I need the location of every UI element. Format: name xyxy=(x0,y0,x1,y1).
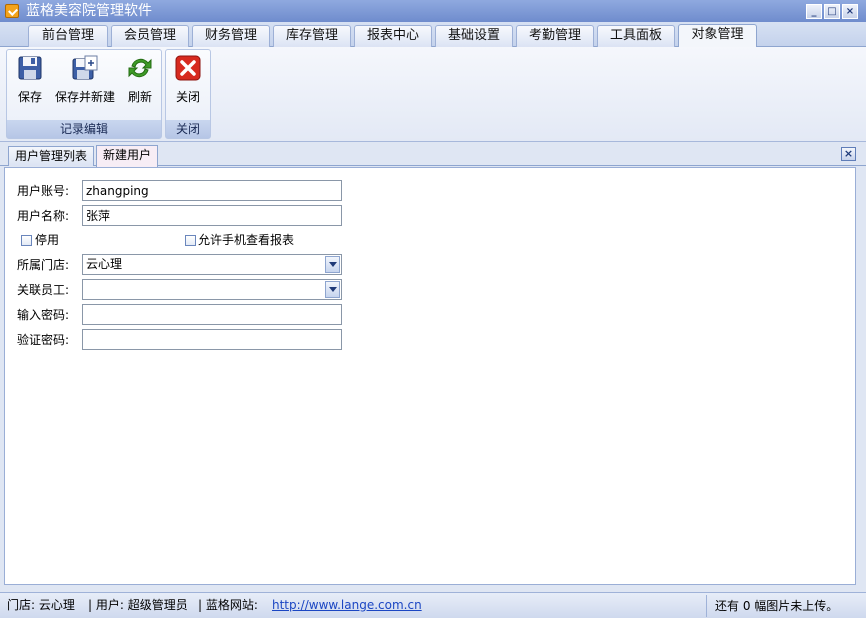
close-red-icon xyxy=(175,55,201,81)
confirm-password-input[interactable] xyxy=(82,329,342,350)
app-icon xyxy=(5,4,19,18)
tab-inventory[interactable]: 库存管理 xyxy=(273,25,351,47)
upload-status: 还有 0 幅图片未上传。 xyxy=(706,595,858,617)
refresh-button-label: 刷新 xyxy=(127,90,152,104)
ribbon: 保存 保存并新建 刷新 记录编辑 关闭 关闭 xyxy=(0,47,866,142)
doc-tab-user-list[interactable]: 用户管理列表 xyxy=(8,146,95,166)
tab-members[interactable]: 会员管理 xyxy=(111,25,189,47)
save-button[interactable]: 保存 xyxy=(13,54,47,114)
title-bar: 蓝格美容院管理软件 _ □ × xyxy=(0,0,866,22)
maximize-button[interactable]: □ xyxy=(824,4,840,19)
allow-mobile-label: 允许手机查看报表 xyxy=(198,233,295,247)
tab-object-management[interactable]: 对象管理 xyxy=(678,24,757,48)
employee-select[interactable] xyxy=(82,279,342,300)
username-input[interactable] xyxy=(82,205,342,226)
close-button-label: 关闭 xyxy=(175,90,200,104)
save-new-icon xyxy=(72,55,98,80)
window-title: 蓝格美容院管理软件 xyxy=(26,3,152,19)
store-select[interactable]: 云心理 xyxy=(82,254,342,275)
confirm-password-label: 验证密码: xyxy=(17,333,70,347)
status-store: 门店: 云心理 xyxy=(7,598,75,612)
account-input[interactable] xyxy=(82,180,342,201)
ribbon-group-record-edit: 保存 保存并新建 刷新 记录编辑 xyxy=(6,49,162,139)
account-label: 用户账号: xyxy=(17,184,70,198)
disabled-label: 停用 xyxy=(35,233,60,247)
status-bar: 门店: 云心理 | 用户: 超级管理员 | 蓝格网站: http://www.l… xyxy=(0,592,866,618)
password-input[interactable] xyxy=(82,304,342,325)
chevron-down-icon[interactable] xyxy=(325,256,340,273)
refresh-icon xyxy=(128,58,152,78)
username-label: 用户名称: xyxy=(17,209,70,223)
ribbon-group-caption: 记录编辑 xyxy=(7,120,161,138)
chevron-down-icon[interactable] xyxy=(325,281,340,298)
main-tab-strip: 前台管理 会员管理 财务管理 库存管理 报表中心 基础设置 考勤管理 工具面板 … xyxy=(0,22,866,48)
disabled-checkbox[interactable] xyxy=(21,235,32,246)
tab-attendance[interactable]: 考勤管理 xyxy=(516,25,594,47)
tab-reports[interactable]: 报表中心 xyxy=(354,25,432,47)
save-and-new-button-label: 保存并新建 xyxy=(54,90,115,104)
employee-label: 关联员工: xyxy=(17,283,70,297)
store-label: 所属门店: xyxy=(17,258,70,272)
status-user: | 用户: 超级管理员 xyxy=(88,598,188,612)
tab-tools[interactable]: 工具面板 xyxy=(597,25,675,47)
minimize-button[interactable]: _ xyxy=(806,4,822,19)
refresh-button[interactable]: 刷新 xyxy=(123,54,157,114)
save-icon xyxy=(18,56,42,80)
status-site-label: | 蓝格网站: xyxy=(198,598,258,612)
password-label: 输入密码: xyxy=(17,308,70,322)
save-and-new-button[interactable]: 保存并新建 xyxy=(53,54,117,114)
save-button-label: 保存 xyxy=(17,90,42,104)
close-window-button[interactable]: × xyxy=(842,4,858,19)
close-document-icon[interactable]: × xyxy=(841,147,856,161)
new-user-form: 用户账号: 用户名称: 停用 允许手机查看报表 所属门店: 云心理 关联员工: … xyxy=(4,167,856,585)
ribbon-group-caption: 关闭 xyxy=(166,120,210,138)
document-tab-strip: 用户管理列表 新建用户 xyxy=(0,142,866,167)
tab-reception[interactable]: 前台管理 xyxy=(28,25,108,47)
doc-tab-new-user[interactable]: 新建用户 xyxy=(96,145,159,167)
website-link[interactable]: http://www.lange.com.cn xyxy=(272,593,422,617)
close-button[interactable]: 关闭 xyxy=(170,54,206,114)
store-select-value: 云心理 xyxy=(86,257,123,271)
tab-finance[interactable]: 财务管理 xyxy=(192,25,270,47)
tab-basic-settings[interactable]: 基础设置 xyxy=(435,25,513,47)
allow-mobile-checkbox[interactable] xyxy=(185,235,196,246)
ribbon-group-close: 关闭 关闭 xyxy=(165,49,211,139)
